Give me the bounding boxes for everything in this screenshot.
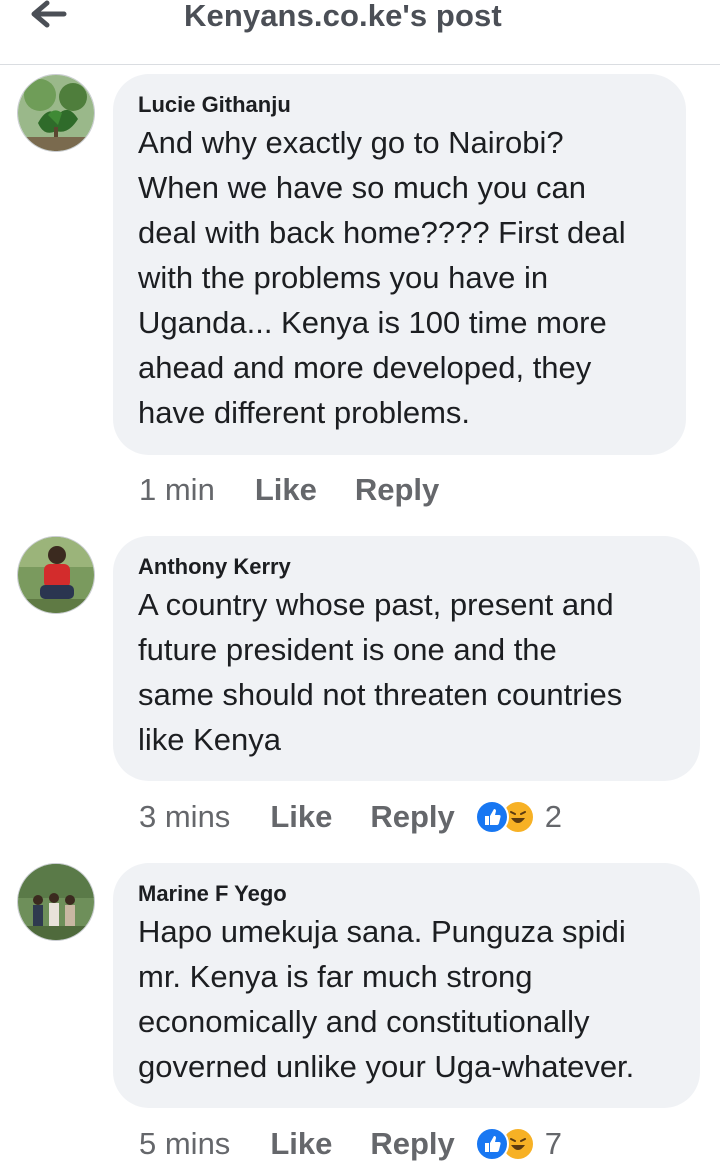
comment-line: A country whose past, present and [138,587,614,622]
comment-author[interactable]: Anthony Kerry [138,554,674,580]
comment-timestamp[interactable]: 1 min [139,472,215,508]
comment-timestamp[interactable]: 3 mins [139,799,230,835]
reaction-summary[interactable]: 7 [474,1126,563,1162]
comment-line: ahead and more developed, they [138,350,592,385]
reaction-count: 2 [544,799,563,834]
comment-line: When we have so much you can [138,170,587,205]
comment-actions: 3 mins Like Reply 2 [139,797,562,837]
post-header: Kenyans.co.ke's post [0,0,720,65]
avatar[interactable] [17,74,95,152]
reaction-summary[interactable]: 2 [474,799,563,835]
like-reaction-icon [474,800,509,834]
comment-timestamp[interactable]: 5 mins [139,1126,230,1162]
comment-author[interactable]: Marine F Yego [138,881,674,907]
arrow-left-icon[interactable] [28,0,68,30]
comment-bubble: Marine F Yego Hapo umekuja sana. Punguza… [113,863,700,1108]
page-title: Kenyans.co.ke's post [184,0,502,33]
like-button[interactable]: Like [255,472,317,508]
comment-line: Hapo umekuja sana. Punguza spidi [138,914,626,949]
comment-line: same should not threaten countries [138,677,623,712]
comment-bubble: Lucie Githanju And why exactly go to Nai… [113,74,686,455]
comment-line: governed unlike your Uga-whatever. [138,1049,635,1084]
comment-actions: 1 min Like Reply [139,470,477,510]
comment-line: like Kenya [138,722,282,757]
comment-line: mr. Kenya is far much strong [138,959,533,994]
avatar[interactable] [17,536,95,614]
like-reaction-icon [474,1127,509,1161]
comment-author[interactable]: Lucie Githanju [138,92,660,118]
comment-bubble: Anthony Kerry A country whose past, pres… [113,536,700,781]
comment-line: with the problems you have in [138,260,549,295]
reply-button[interactable]: Reply [355,472,439,508]
reply-button[interactable]: Reply [370,799,454,835]
comment-line: economically and constitutionally [138,1004,590,1039]
comment-text: And why exactly go to Nairobi? When we h… [138,120,660,435]
comment-line: deal with back home???? First deal [138,215,626,250]
comment-line: Uganda... Kenya is 100 time more [138,305,607,340]
comment-text: Hapo umekuja sana. Punguza spidi mr. Ken… [138,909,674,1089]
comment-actions: 5 mins Like Reply 7 [139,1124,562,1164]
like-button[interactable]: Like [270,799,332,835]
comment-line: And why exactly go to Nairobi? [138,125,564,160]
comment-line: future president is one and the [138,632,557,667]
comment-text: A country whose past, present and future… [138,582,674,762]
like-button[interactable]: Like [270,1126,332,1162]
reply-button[interactable]: Reply [370,1126,454,1162]
avatar[interactable] [17,863,95,941]
comment-line: have different problems. [138,395,471,430]
reaction-count: 7 [544,1126,563,1161]
